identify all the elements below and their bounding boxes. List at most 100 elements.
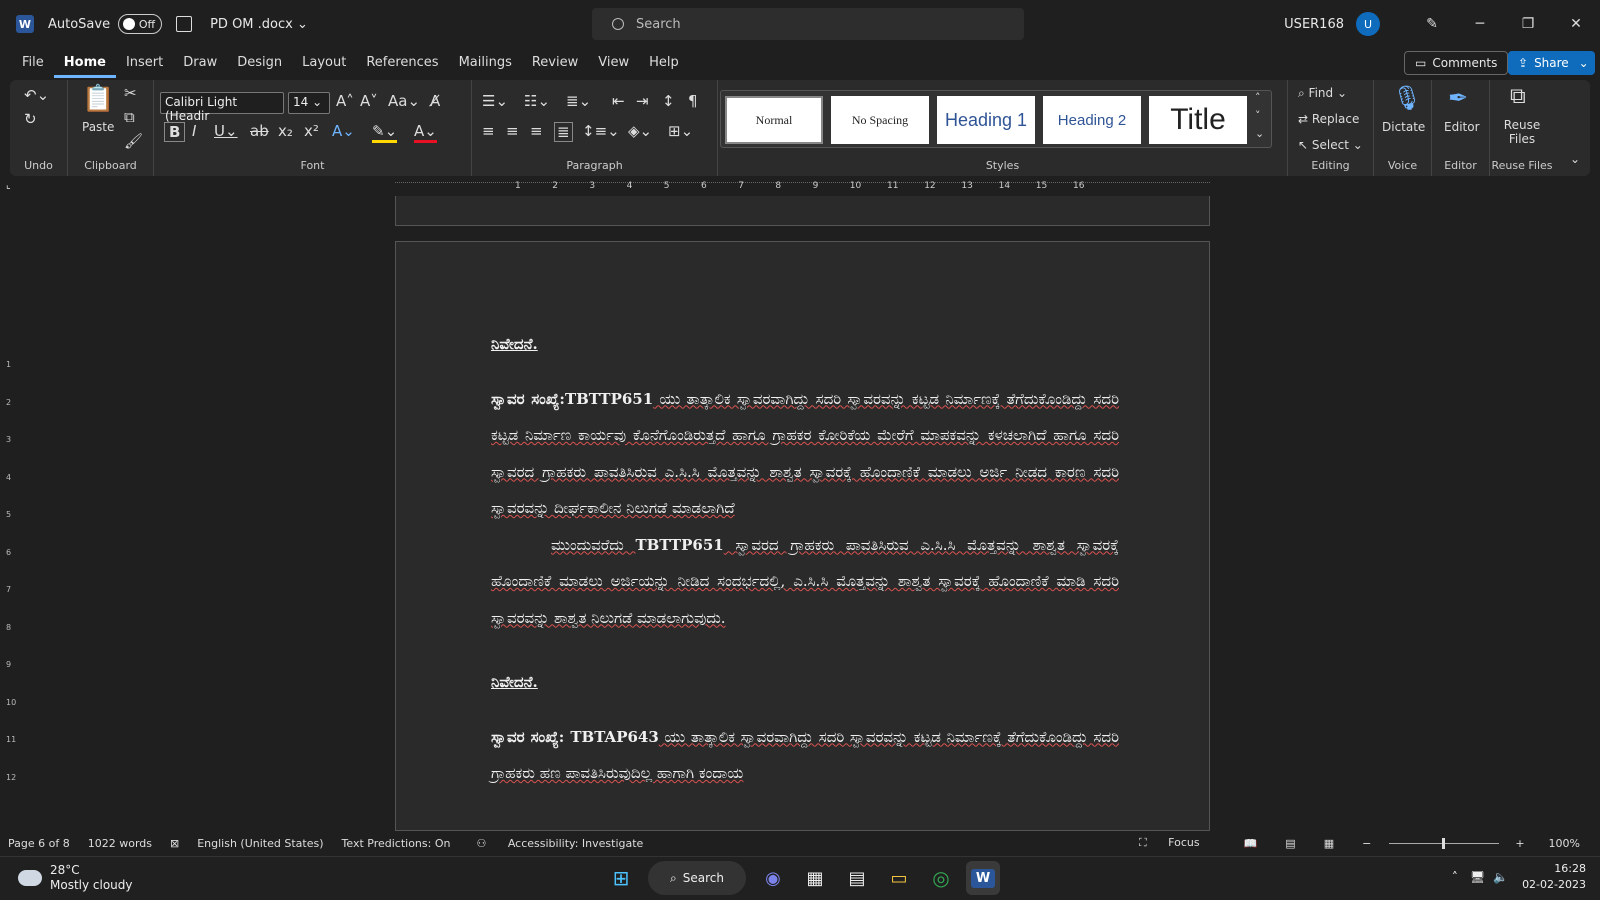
teams-chat-icon[interactable]: ◉: [756, 861, 790, 895]
document-page[interactable]: ನಿವೇದನೆ. ಸ್ವಾವರ ಸಂಖ್ಯೆ:TBTTP651 ಯು ತಾತ್ಕ…: [395, 241, 1210, 831]
tab-design[interactable]: Design: [227, 48, 292, 78]
save-icon[interactable]: [176, 16, 193, 32]
style-heading-2[interactable]: Heading 2: [1043, 96, 1141, 144]
increase-indent-icon[interactable]: ⇥: [636, 92, 649, 110]
calculator-icon[interactable]: ▤: [840, 861, 874, 895]
reuse-files-icon[interactable]: ⧉: [1510, 84, 1526, 109]
zoom-out-button[interactable]: −: [1362, 837, 1371, 850]
ribbon-collapse-icon[interactable]: ⌄: [1570, 152, 1580, 166]
tab-file[interactable]: File: [12, 48, 54, 78]
change-case-icon[interactable]: Aa⌄: [388, 92, 420, 110]
microphone-icon[interactable]: 🎙: [1392, 84, 1422, 112]
select-button[interactable]: ↖ Select ⌄: [1298, 138, 1363, 152]
text-effects-icon[interactable]: A⌄: [332, 122, 355, 140]
clock[interactable]: 16:28 02-02-2023: [1522, 861, 1586, 893]
line-spacing-icon[interactable]: ↕≡⌄: [582, 122, 620, 140]
editor-label[interactable]: Editor: [1444, 120, 1480, 134]
cut-icon[interactable]: ✂: [124, 84, 137, 102]
focus-button[interactable]: ⛶ Focus: [1131, 836, 1210, 850]
style-title[interactable]: Title: [1149, 96, 1247, 144]
weather-widget[interactable]: 28°C Mostly cloudy: [14, 863, 133, 893]
page-count[interactable]: Page 6 of 8: [8, 837, 70, 850]
vertical-ruler[interactable]: 1 2 3 4 5 6 7 8 9 10 11 12: [4, 202, 18, 822]
style-no-spacing[interactable]: No Spacing: [831, 96, 929, 144]
taskbar-search[interactable]: ⌕ Search: [648, 861, 746, 895]
highlight-icon[interactable]: ✎⌄: [372, 122, 398, 143]
close-button[interactable]: ✕: [1552, 16, 1600, 32]
text-predictions[interactable]: Text Predictions: On: [342, 837, 451, 850]
styles-scroll-up-icon[interactable]: ˄: [1255, 91, 1261, 104]
tab-home[interactable]: Home: [53, 48, 116, 78]
chrome-icon[interactable]: ◎: [924, 861, 958, 895]
subscript-icon[interactable]: x₂: [278, 122, 293, 140]
styles-scroll-down-icon[interactable]: ˅: [1255, 109, 1261, 122]
undo-icon[interactable]: ↶⌄: [24, 86, 49, 104]
decrease-indent-icon[interactable]: ⇤: [612, 92, 625, 110]
justify-icon[interactable]: ≣: [554, 122, 573, 142]
superscript-icon[interactable]: x²: [304, 122, 319, 140]
horizontal-ruler[interactable]: ⌞ 1 2 3 4 5 6 7 8 9 10 11 12 13 14 15 16: [0, 180, 1600, 196]
language[interactable]: English (United States): [197, 837, 323, 850]
network-icon[interactable]: 🖥: [1470, 870, 1485, 884]
italic-icon[interactable]: I: [192, 122, 196, 140]
restore-button[interactable]: ❐: [1504, 16, 1552, 32]
align-center-icon[interactable]: ≡: [506, 122, 519, 140]
tab-references[interactable]: References: [356, 48, 448, 78]
sort-icon[interactable]: ↕: [662, 92, 675, 110]
tab-insert[interactable]: Insert: [116, 48, 173, 78]
borders-icon[interactable]: ⊞⌄: [668, 122, 693, 140]
tab-review[interactable]: Review: [522, 48, 588, 78]
strikethrough-icon[interactable]: ab: [250, 122, 269, 140]
bullets-icon[interactable]: ☰⌄: [482, 92, 508, 110]
font-name-select[interactable]: Calibri Light (Headir: [160, 92, 284, 123]
proofing-icon[interactable]: ⊠: [170, 837, 179, 850]
comments-button[interactable]: ▭ Comments: [1404, 51, 1509, 75]
autosave-toggle[interactable]: Off: [118, 14, 163, 34]
redo-icon[interactable]: ↻: [24, 110, 37, 128]
align-right-icon[interactable]: ≡: [530, 122, 543, 140]
zoom-level[interactable]: 100%: [1549, 837, 1580, 850]
accessibility-status[interactable]: ⚇ Accessibility: Investigate: [468, 837, 653, 850]
show-marks-icon[interactable]: ¶: [688, 92, 698, 110]
styles-expand-icon[interactable]: ⌄: [1255, 127, 1264, 140]
word-taskbar-icon[interactable]: W: [966, 861, 1000, 895]
reuse-files-label[interactable]: Reuse Files: [1502, 118, 1542, 146]
volume-icon[interactable]: 🔈: [1493, 870, 1508, 884]
font-size-select[interactable]: 14 ⌄: [288, 92, 330, 114]
numbering-icon[interactable]: ☷⌄: [524, 92, 550, 110]
style-normal[interactable]: Normal: [725, 96, 823, 144]
read-mode-icon[interactable]: 📖: [1244, 837, 1258, 850]
tab-selector-icon[interactable]: ⌞: [6, 180, 11, 191]
clear-formatting-icon[interactable]: A̸: [430, 92, 440, 110]
grow-font-icon[interactable]: A˄: [336, 92, 354, 110]
shrink-font-icon[interactable]: A˅: [360, 92, 378, 110]
editor-pen-icon[interactable]: ✒: [1448, 84, 1468, 112]
tab-help[interactable]: Help: [639, 48, 689, 78]
pen-icon[interactable]: ✎: [1408, 16, 1456, 32]
chevron-down-icon[interactable]: ⌄: [1579, 56, 1589, 70]
tab-draw[interactable]: Draw: [173, 48, 227, 78]
align-left-icon[interactable]: ≡: [482, 122, 495, 140]
web-layout-icon[interactable]: ▦: [1324, 837, 1334, 850]
file-explorer-icon[interactable]: ▭: [882, 861, 916, 895]
tray-chevron-icon[interactable]: ˄: [1452, 870, 1458, 884]
font-color-icon[interactable]: A⌄: [414, 122, 437, 143]
replace-button[interactable]: ⇄ Replace: [1298, 112, 1359, 126]
paste-icon[interactable]: 📋: [82, 84, 114, 114]
tab-mailings[interactable]: Mailings: [449, 48, 522, 78]
minimize-button[interactable]: ─: [1456, 16, 1504, 32]
zoom-slider[interactable]: [1389, 837, 1500, 849]
format-painter-icon[interactable]: 🖌: [124, 132, 143, 150]
start-icon[interactable]: ⊞: [604, 861, 638, 895]
dictate-label[interactable]: Dictate: [1382, 120, 1425, 134]
tab-view[interactable]: View: [588, 48, 639, 78]
bold-icon[interactable]: B: [164, 122, 186, 142]
paste-label[interactable]: Paste: [82, 120, 114, 134]
search-box[interactable]: Search: [592, 8, 1024, 40]
avatar[interactable]: U: [1356, 12, 1380, 36]
find-button[interactable]: ⌕ Find ⌄: [1298, 86, 1347, 101]
copy-icon[interactable]: ⧉: [124, 108, 135, 126]
document-body[interactable]: ನಿವೇದನೆ. ಸ್ವಾವರ ಸಂಖ್ಯೆ:TBTTP651 ಯು ತಾತ್ಕ…: [491, 326, 1119, 792]
document-name[interactable]: PD OM .docx ⌄: [210, 17, 308, 32]
print-layout-icon[interactable]: ▤: [1285, 837, 1295, 850]
